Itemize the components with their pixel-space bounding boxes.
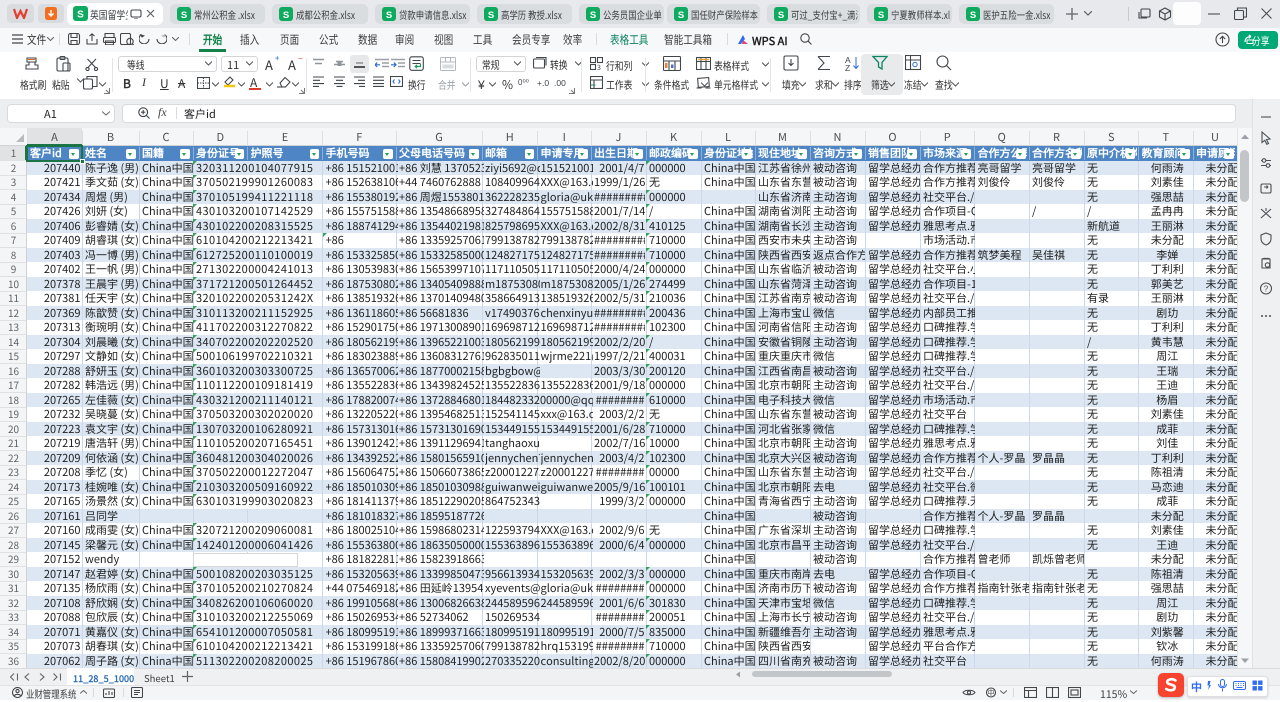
svg-text:S: S bbox=[77, 10, 84, 21]
svg-text:.00: .00 bbox=[554, 78, 566, 88]
svg-text:S: S bbox=[590, 10, 596, 21]
svg-text:S: S bbox=[488, 10, 494, 21]
svg-text:S: S bbox=[878, 10, 884, 21]
svg-text:S: S bbox=[678, 10, 684, 21]
svg-text:3: 3 bbox=[597, 63, 601, 70]
svg-text:0⁰⁰: 0⁰⁰ bbox=[518, 78, 529, 87]
svg-text:S: S bbox=[386, 10, 392, 21]
svg-text:S: S bbox=[970, 10, 976, 21]
svg-text:+.0: +.0 bbox=[537, 78, 549, 88]
svg-text:Z: Z bbox=[845, 63, 850, 71]
svg-text:中: 中 bbox=[988, 688, 995, 697]
svg-text:S: S bbox=[778, 10, 784, 21]
svg-text:S: S bbox=[180, 10, 186, 21]
svg-text:?: ? bbox=[1264, 285, 1269, 294]
svg-text:S: S bbox=[283, 10, 289, 21]
